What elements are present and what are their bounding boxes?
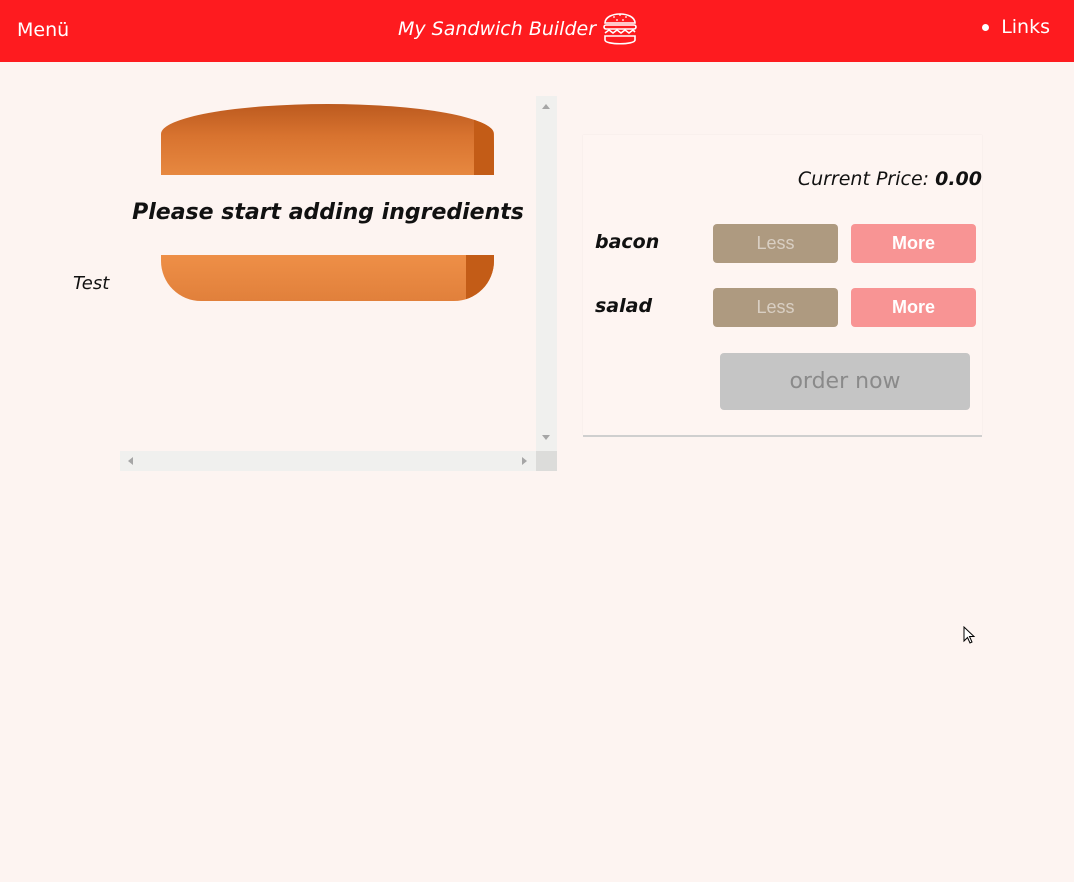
bacon-less-button[interactable]: Less (713, 224, 838, 263)
scroll-left-icon[interactable] (128, 457, 133, 465)
links-label: Links (1001, 16, 1050, 38)
sandwich-preview-viewport[interactable]: Please start adding ingredients (120, 96, 557, 471)
price-value: 0.00 (935, 168, 982, 190)
order-now-button[interactable]: order now (720, 353, 970, 410)
menu-toggle[interactable]: Menü (17, 17, 69, 43)
price-label: Current Price: (797, 168, 930, 190)
scroll-up-icon[interactable] (542, 104, 550, 109)
ingredient-name: bacon (595, 231, 660, 253)
current-price: Current Price: 0.00 (798, 168, 982, 190)
vertical-scrollbar[interactable] (536, 96, 557, 451)
scroll-down-icon[interactable] (542, 435, 550, 440)
empty-sandwich-message: Please start adding ingredients (132, 200, 524, 225)
links-nav-item[interactable]: Links (982, 16, 1050, 38)
salad-less-button[interactable]: Less (713, 288, 838, 327)
side-label: Test (73, 273, 110, 294)
top-navigation-bar: Menü My Sandwich Builder Links (0, 0, 1074, 62)
build-controls-panel: Current Price: 0.00 bacon Less More sala… (583, 135, 982, 435)
ingredient-row-bacon: bacon Less More (583, 224, 982, 264)
mouse-cursor-icon (963, 625, 977, 650)
scroll-right-icon[interactable] (522, 457, 527, 465)
horizontal-scrollbar[interactable] (120, 451, 536, 471)
burger-icon (602, 5, 638, 53)
ingredient-name: salad (595, 295, 653, 317)
ingredient-row-salad: salad Less More (583, 288, 982, 328)
scrollbar-corner (536, 451, 557, 471)
app-title: My Sandwich Builder (398, 18, 597, 40)
salad-more-button[interactable]: More (851, 288, 976, 327)
brand: My Sandwich Builder (398, 7, 638, 51)
bread-top (161, 104, 494, 175)
bread-bottom (161, 255, 494, 301)
bullet-icon (982, 23, 990, 31)
bacon-more-button[interactable]: More (851, 224, 976, 263)
